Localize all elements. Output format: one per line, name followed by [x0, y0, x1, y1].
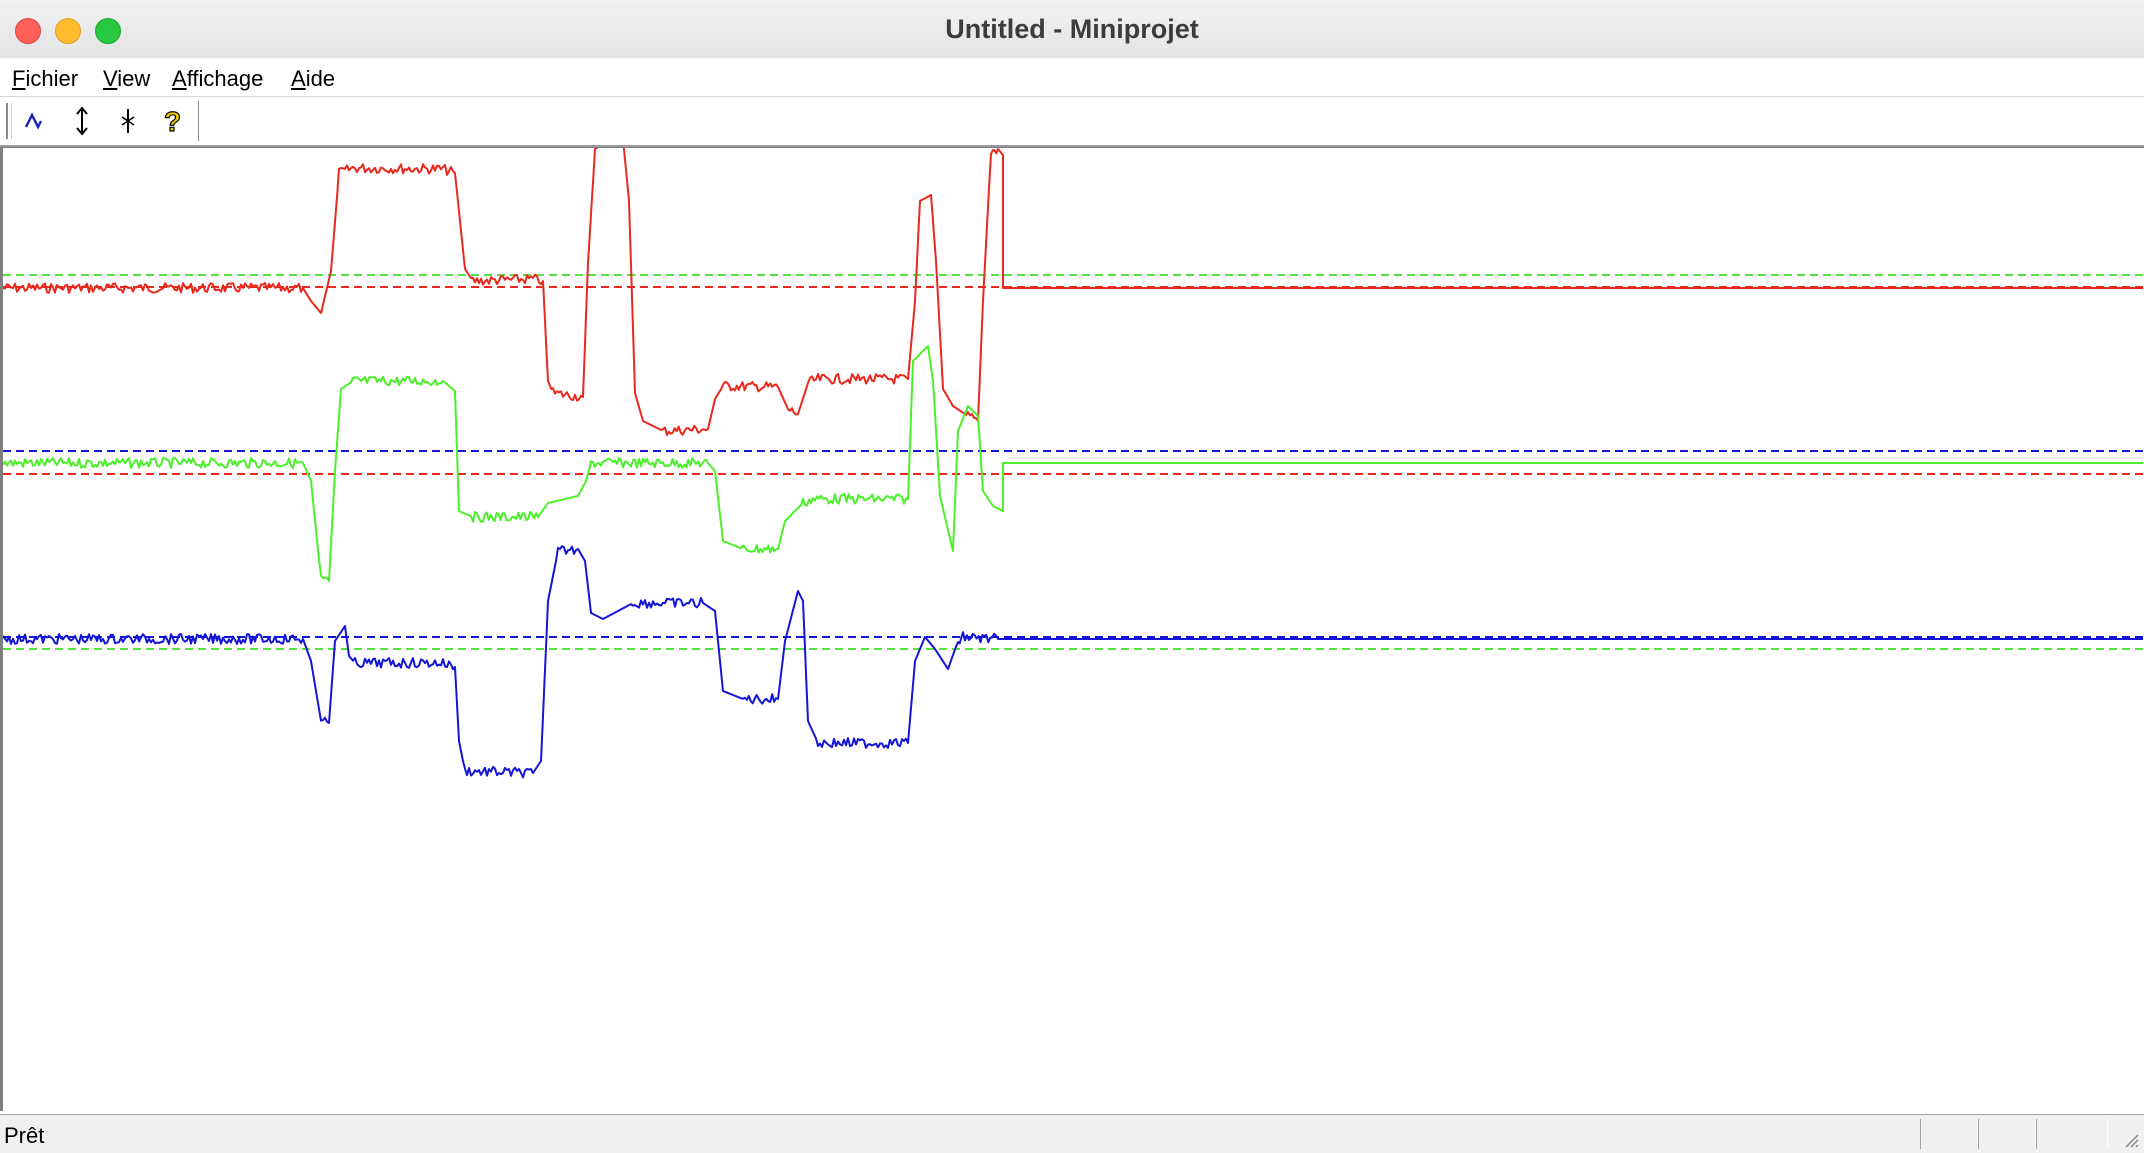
vertical-arrows-icon[interactable] [64, 103, 100, 139]
wave-icon[interactable] [20, 103, 56, 139]
signal-plot [3, 148, 2144, 779]
menu-fichier[interactable]: Fichier [12, 66, 78, 92]
toolbar: ? [0, 97, 2144, 147]
title-bar[interactable]: Untitled - Miniprojet [0, 0, 2144, 59]
menu-aide[interactable]: Aide [291, 66, 335, 92]
resize-grip-icon[interactable] [2120, 1129, 2140, 1149]
menu-bar: Fichier View Affichage Aide [0, 58, 2144, 97]
cursor-marker-icon[interactable] [110, 103, 146, 139]
status-pane-1 [1920, 1119, 1978, 1149]
status-bar: Prêt [0, 1114, 2144, 1153]
app-window: Untitled - Miniprojet Fichier View Affic… [0, 0, 2144, 1153]
help-icon[interactable]: ? [156, 103, 192, 139]
svg-text:?: ? [164, 106, 181, 137]
signal-trace-blue [3, 545, 2143, 779]
menu-view[interactable]: View [103, 66, 150, 92]
status-pane-2 [1978, 1119, 2036, 1149]
signal-trace-red [3, 148, 2143, 436]
menu-affichage[interactable]: Affichage [172, 66, 263, 92]
signal-trace-green [3, 345, 2143, 582]
status-pane-3 [2036, 1119, 2108, 1149]
window-title: Untitled - Miniprojet [945, 14, 1199, 44]
toolbar-grip[interactable] [6, 103, 12, 139]
signal-plot-area[interactable] [0, 147, 2144, 1111]
toolbar-separator [198, 101, 200, 141]
status-text: Prêt [4, 1123, 45, 1148]
